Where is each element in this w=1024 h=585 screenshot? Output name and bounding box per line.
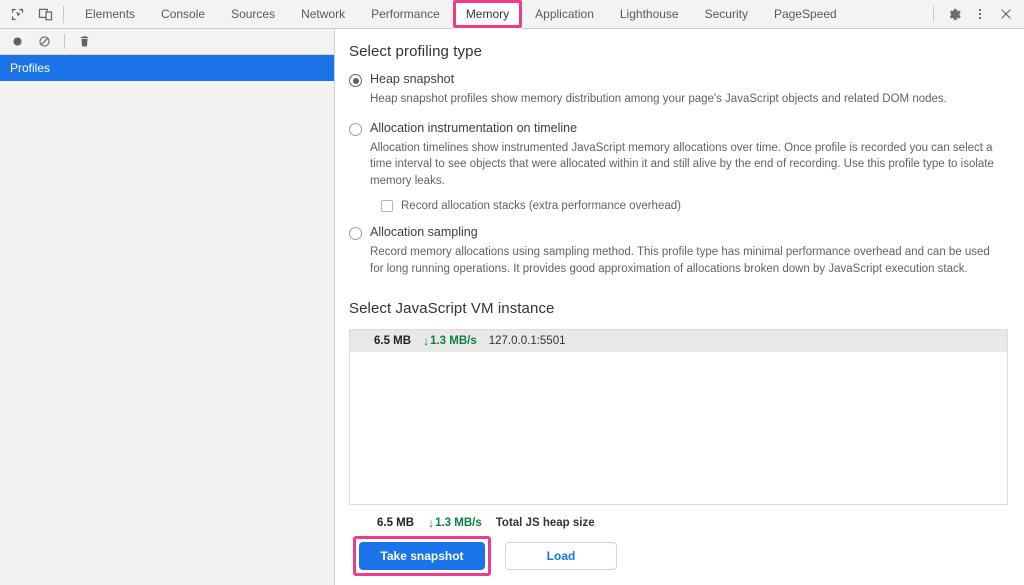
- sidebar-toolbar: [0, 29, 334, 55]
- record-allocation-stacks-checkbox[interactable]: [381, 200, 393, 212]
- delete-button[interactable]: [73, 31, 96, 53]
- tab-list: Elements Console Sources Network Perform…: [72, 0, 931, 29]
- down-arrow-icon: ↓: [428, 516, 435, 530]
- tab-label: Elements: [85, 7, 136, 21]
- tab-elements[interactable]: Elements: [72, 0, 148, 28]
- heap-snapshot-label: Heap snapshot: [370, 72, 455, 86]
- tab-application[interactable]: Application: [522, 0, 607, 28]
- tabbar-left-icons: [0, 0, 72, 28]
- allocation-timeline-radio[interactable]: [349, 122, 362, 136]
- take-snapshot-button[interactable]: Take snapshot: [359, 542, 485, 570]
- total-heap-row: 6.5 MB ↓ 1.3 MB/s Total JS heap size: [377, 517, 1008, 529]
- tab-pagespeed[interactable]: PageSpeed: [761, 0, 850, 28]
- tab-security[interactable]: Security: [692, 0, 761, 28]
- tabbar-right-icons: [931, 0, 1024, 28]
- vm-instance-list: 6.5 MB ↓ 1.3 MB/s 127.0.0.1:5501: [349, 329, 1008, 505]
- vm-row-rate-value: 1.3 MB/s: [430, 335, 477, 347]
- allocation-timeline-radio-row[interactable]: Allocation instrumentation on timeline: [349, 121, 1008, 136]
- vm-row-host: 127.0.0.1:5501: [488, 335, 566, 347]
- record-allocation-stacks-row[interactable]: Record allocation stacks (extra performa…: [381, 200, 1008, 212]
- profiling-option-heap-snapshot: Heap snapshot Heap snapshot profiles sho…: [349, 72, 1008, 108]
- load-wrapper: Load: [505, 542, 617, 570]
- tab-performance[interactable]: Performance: [358, 0, 453, 28]
- heap-snapshot-radio-row[interactable]: Heap snapshot: [349, 72, 1008, 87]
- kebab-menu-icon[interactable]: [968, 2, 992, 26]
- heap-snapshot-description: Heap snapshot profiles show memory distr…: [370, 93, 947, 105]
- memory-sidebar: Profiles: [0, 29, 335, 585]
- tab-lighthouse[interactable]: Lighthouse: [607, 0, 692, 28]
- tab-label: Network: [301, 7, 346, 21]
- tab-label: Sources: [231, 7, 276, 21]
- vm-row-size: 6.5 MB: [374, 335, 412, 347]
- record-allocation-stacks-label: Record allocation stacks (extra performa…: [401, 200, 681, 212]
- devtools-tabbar: Elements Console Sources Network Perform…: [0, 0, 1024, 29]
- down-arrow-icon: ↓: [423, 334, 430, 348]
- tabbar-divider: [63, 5, 64, 23]
- devtools-window: Elements Console Sources Network Perform…: [0, 0, 1024, 585]
- close-icon[interactable]: [994, 2, 1018, 26]
- allocation-timeline-description: Allocation timelines show instrumented J…: [370, 141, 994, 187]
- allocation-sampling-radio-row[interactable]: Allocation sampling: [349, 225, 1008, 240]
- record-button[interactable]: [6, 31, 29, 53]
- tab-label: Console: [161, 7, 206, 21]
- tab-label: Memory: [465, 7, 510, 21]
- sidebar-item-profiles[interactable]: Profiles: [0, 55, 334, 81]
- vm-instance-heading: Select JavaScript VM instance: [349, 300, 555, 317]
- sidebar-empty-area: [0, 81, 334, 585]
- tab-memory[interactable]: Memory: [452, 0, 523, 29]
- clear-button[interactable]: [33, 31, 56, 53]
- gear-icon[interactable]: [942, 2, 966, 26]
- device-toolbar-icon[interactable]: [34, 4, 56, 25]
- tab-console[interactable]: Console: [148, 0, 218, 28]
- tab-label: Security: [704, 7, 748, 21]
- tab-label: Application: [535, 7, 594, 21]
- tab-label: Lighthouse: [619, 7, 679, 21]
- memory-main-panel: Select profiling type Heap snapshot Heap…: [335, 29, 1024, 585]
- tab-label: Performance: [371, 7, 440, 21]
- allocation-sampling-description: Record memory allocations using sampling…: [370, 246, 990, 275]
- vm-row-rate: ↓ 1.3 MB/s: [423, 335, 477, 347]
- load-button[interactable]: Load: [505, 542, 617, 570]
- tab-network[interactable]: Network: [288, 0, 358, 28]
- take-snapshot-wrapper: Take snapshot: [353, 536, 491, 576]
- sidebar-item-label: Profiles: [10, 61, 51, 75]
- vm-instance-row[interactable]: 6.5 MB ↓ 1.3 MB/s 127.0.0.1:5501: [350, 330, 1007, 352]
- allocation-sampling-radio[interactable]: [349, 227, 362, 240]
- devtools-body: Profiles Select profiling type Heap snap…: [0, 29, 1024, 585]
- sidebar-toolbar-divider: [64, 34, 65, 49]
- profiling-option-allocation-timeline: Allocation instrumentation on timeline A…: [349, 121, 1008, 212]
- allocation-sampling-label: Allocation sampling: [370, 225, 478, 239]
- tab-sources[interactable]: Sources: [218, 0, 288, 28]
- allocation-timeline-label: Allocation instrumentation on timeline: [370, 120, 578, 135]
- total-size: 6.5 MB: [377, 517, 415, 529]
- profiling-type-heading: Select profiling type: [349, 43, 483, 60]
- profiling-option-allocation-sampling: Allocation sampling Record memory alloca…: [349, 225, 1008, 277]
- tabbar-right-divider: [933, 6, 934, 22]
- total-rate-value: 1.3 MB/s: [435, 517, 482, 529]
- total-rate: ↓ 1.3 MB/s: [428, 517, 482, 529]
- action-buttons: Take snapshot Load: [353, 536, 1008, 576]
- tab-label: PageSpeed: [773, 7, 837, 21]
- heap-snapshot-radio[interactable]: [349, 74, 362, 87]
- total-heap-label: Total JS heap size: [495, 517, 595, 529]
- inspect-element-icon[interactable]: [6, 4, 28, 25]
